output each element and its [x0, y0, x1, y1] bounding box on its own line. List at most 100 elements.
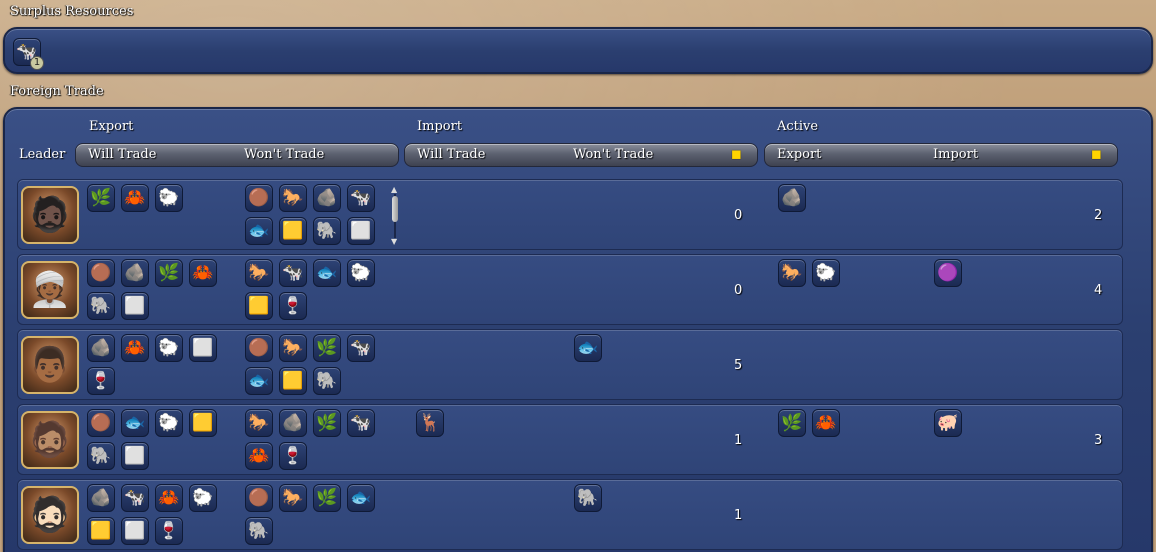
active-gold-value: 2 [1094, 208, 1103, 223]
wine-icon[interactable]: 🍷 [87, 367, 115, 395]
wont-trade-scrollbar[interactable]: ▲ ▼ [391, 186, 399, 246]
banana-icon[interactable]: 🌿 [313, 334, 341, 362]
copper-icon[interactable]: 🟤 [245, 334, 273, 362]
cow-icon[interactable]: 🐄 [347, 334, 375, 362]
cow-icon[interactable]: 🐄 1 [13, 38, 44, 70]
horse-icon[interactable]: 🐎 [279, 184, 307, 212]
wine-icon[interactable]: 🍷 [279, 442, 307, 470]
iron-icon[interactable]: ⬜ [347, 217, 375, 245]
crab-icon[interactable]: 🦀 [155, 484, 183, 512]
gold-icon[interactable]: 🟨 [189, 409, 217, 437]
fish-icon[interactable]: 🐟 [245, 367, 273, 395]
stone-icon[interactable]: 🪨 [87, 484, 115, 512]
dye-icon[interactable]: 🟣 [934, 259, 962, 287]
copper-icon[interactable]: 🟤 [245, 184, 273, 212]
cow-icon[interactable]: 🐄 [279, 259, 307, 287]
gold-icon[interactable]: 🟨 [245, 292, 273, 320]
fish-icon[interactable]: 🐟 [313, 259, 341, 287]
surplus-resources-panel: 🐄 1 [3, 27, 1153, 74]
export-will-trade-label[interactable]: Will Trade [88, 147, 156, 162]
leader-portrait[interactable]: 👳🏾 [21, 261, 79, 319]
stone-icon[interactable]: 🪨 [121, 259, 149, 287]
gold-icon[interactable]: 🟨 [87, 517, 115, 545]
cow-icon[interactable]: 🐄 [347, 184, 375, 212]
crab-icon[interactable]: 🦀 [121, 334, 149, 362]
horse-icon[interactable]: 🐎 [245, 409, 273, 437]
leader-portrait[interactable]: 👨🏾 [21, 336, 79, 394]
foreign-trade-title: Foreign Trade [10, 84, 104, 99]
trade-row: 🧔🏿 🌿 🦀 🐑 🟤 🐎 🪨 🐄 🐟 🟨 🐘 ⬜ 🪨 ▲ ▼ 0 2 [17, 179, 1123, 250]
horse-icon[interactable]: 🐎 [245, 259, 273, 287]
stone-icon[interactable]: 🪨 [87, 334, 115, 362]
fish-icon[interactable]: 🐟 [121, 409, 149, 437]
sheep-icon[interactable]: 🐑 [347, 259, 375, 287]
fish-icon[interactable]: 🐟 [574, 334, 602, 362]
gold-coins-icon: ◼ [1091, 147, 1102, 162]
stone-icon[interactable]: 🪨 [279, 409, 307, 437]
trade-row: 👨🏾 🪨 🦀 🐑 ⬜ 🍷 🟤 🐎 🌿 🐄 🐟 🟨 🐘 🐟 5 [17, 329, 1123, 400]
elephant-icon[interactable]: 🐘 [87, 442, 115, 470]
export-wont-trade-label[interactable]: Won't Trade [244, 147, 324, 162]
copper-icon[interactable]: 🟤 [87, 259, 115, 287]
leader-portrait[interactable]: 🧔🏻 [21, 486, 79, 544]
sheep-icon[interactable]: 🐑 [812, 259, 840, 287]
crab-icon[interactable]: 🦀 [812, 409, 840, 437]
export-header-bar: Will Trade Won't Trade [75, 143, 399, 167]
iron-icon[interactable]: ⬜ [121, 517, 149, 545]
active-import-label[interactable]: Import [933, 147, 978, 162]
wine-icon[interactable]: 🍷 [155, 517, 183, 545]
trade-row: 🧔🏽 🟤 🐟 🐑 🟨 🐘 ⬜ 🐎 🪨 🌿 🐄 🦀 🍷 🦌 🌿 🦀 🐖 1 3 [17, 404, 1123, 475]
export-header: Export [89, 119, 134, 134]
pig-icon[interactable]: 🐖 [934, 409, 962, 437]
cow-icon[interactable]: 🐄 [121, 484, 149, 512]
banana-icon[interactable]: 🌿 [313, 484, 341, 512]
elephant-icon[interactable]: 🐘 [87, 292, 115, 320]
banana-icon[interactable]: 🌿 [155, 259, 183, 287]
gold-coins-icon: ◼ [731, 147, 742, 162]
banana-icon[interactable]: 🌿 [313, 409, 341, 437]
horse-icon[interactable]: 🐎 [279, 484, 307, 512]
sheep-icon[interactable]: 🐑 [155, 184, 183, 212]
sheep-icon[interactable]: 🐑 [155, 409, 183, 437]
sheep-icon[interactable]: 🐑 [155, 334, 183, 362]
copper-icon[interactable]: 🟤 [245, 484, 273, 512]
import-wont-trade-label[interactable]: Won't Trade [573, 147, 653, 162]
iron-icon[interactable]: ⬜ [121, 292, 149, 320]
crab-icon[interactable]: 🦀 [245, 442, 273, 470]
wine-icon[interactable]: 🍷 [279, 292, 307, 320]
cow-icon[interactable]: 🐄 [347, 409, 375, 437]
leader-header: Leader [19, 147, 66, 162]
elephant-icon[interactable]: 🐘 [245, 517, 273, 545]
elephant-icon[interactable]: 🐘 [313, 367, 341, 395]
copper-icon[interactable]: 🟤 [87, 409, 115, 437]
import-gold-value: 0 [734, 208, 743, 223]
gold-icon[interactable]: 🟨 [279, 217, 307, 245]
leader-portrait[interactable]: 🧔🏽 [21, 411, 79, 469]
import-will-trade-label[interactable]: Will Trade [417, 147, 485, 162]
banana-icon[interactable]: 🌿 [778, 409, 806, 437]
active-header: Active [777, 119, 819, 134]
horse-icon[interactable]: 🐎 [279, 334, 307, 362]
stone-icon[interactable]: 🪨 [778, 184, 806, 212]
leader-portrait[interactable]: 🧔🏿 [21, 186, 79, 244]
crab-icon[interactable]: 🦀 [189, 259, 217, 287]
iron-icon[interactable]: ⬜ [121, 442, 149, 470]
iron-icon[interactable]: ⬜ [189, 334, 217, 362]
gold-icon[interactable]: 🟨 [279, 367, 307, 395]
horse-icon[interactable]: 🐎 [778, 259, 806, 287]
fish-icon[interactable]: 🐟 [347, 484, 375, 512]
foreign-trade-panel: Export Import Active Leader Will Trade W… [3, 107, 1153, 552]
elephant-icon[interactable]: 🐘 [574, 484, 602, 512]
fish-icon[interactable]: 🐟 [245, 217, 273, 245]
import-gold-value: 1 [734, 433, 743, 448]
active-export-label[interactable]: Export [777, 147, 821, 162]
deer-icon[interactable]: 🦌 [416, 409, 444, 437]
stone-icon[interactable]: 🪨 [313, 184, 341, 212]
banana-icon[interactable]: 🌿 [87, 184, 115, 212]
sheep-icon[interactable]: 🐑 [189, 484, 217, 512]
trade-row: 🧔🏻 🪨 🐄 🦀 🐑 🟨 ⬜ 🍷 🟤 🐎 🌿 🐟 🐘 🐘 1 [17, 479, 1123, 550]
crab-icon[interactable]: 🦀 [121, 184, 149, 212]
elephant-icon[interactable]: 🐘 [313, 217, 341, 245]
import-gold-value: 1 [734, 508, 743, 523]
active-gold-value: 3 [1094, 433, 1103, 448]
